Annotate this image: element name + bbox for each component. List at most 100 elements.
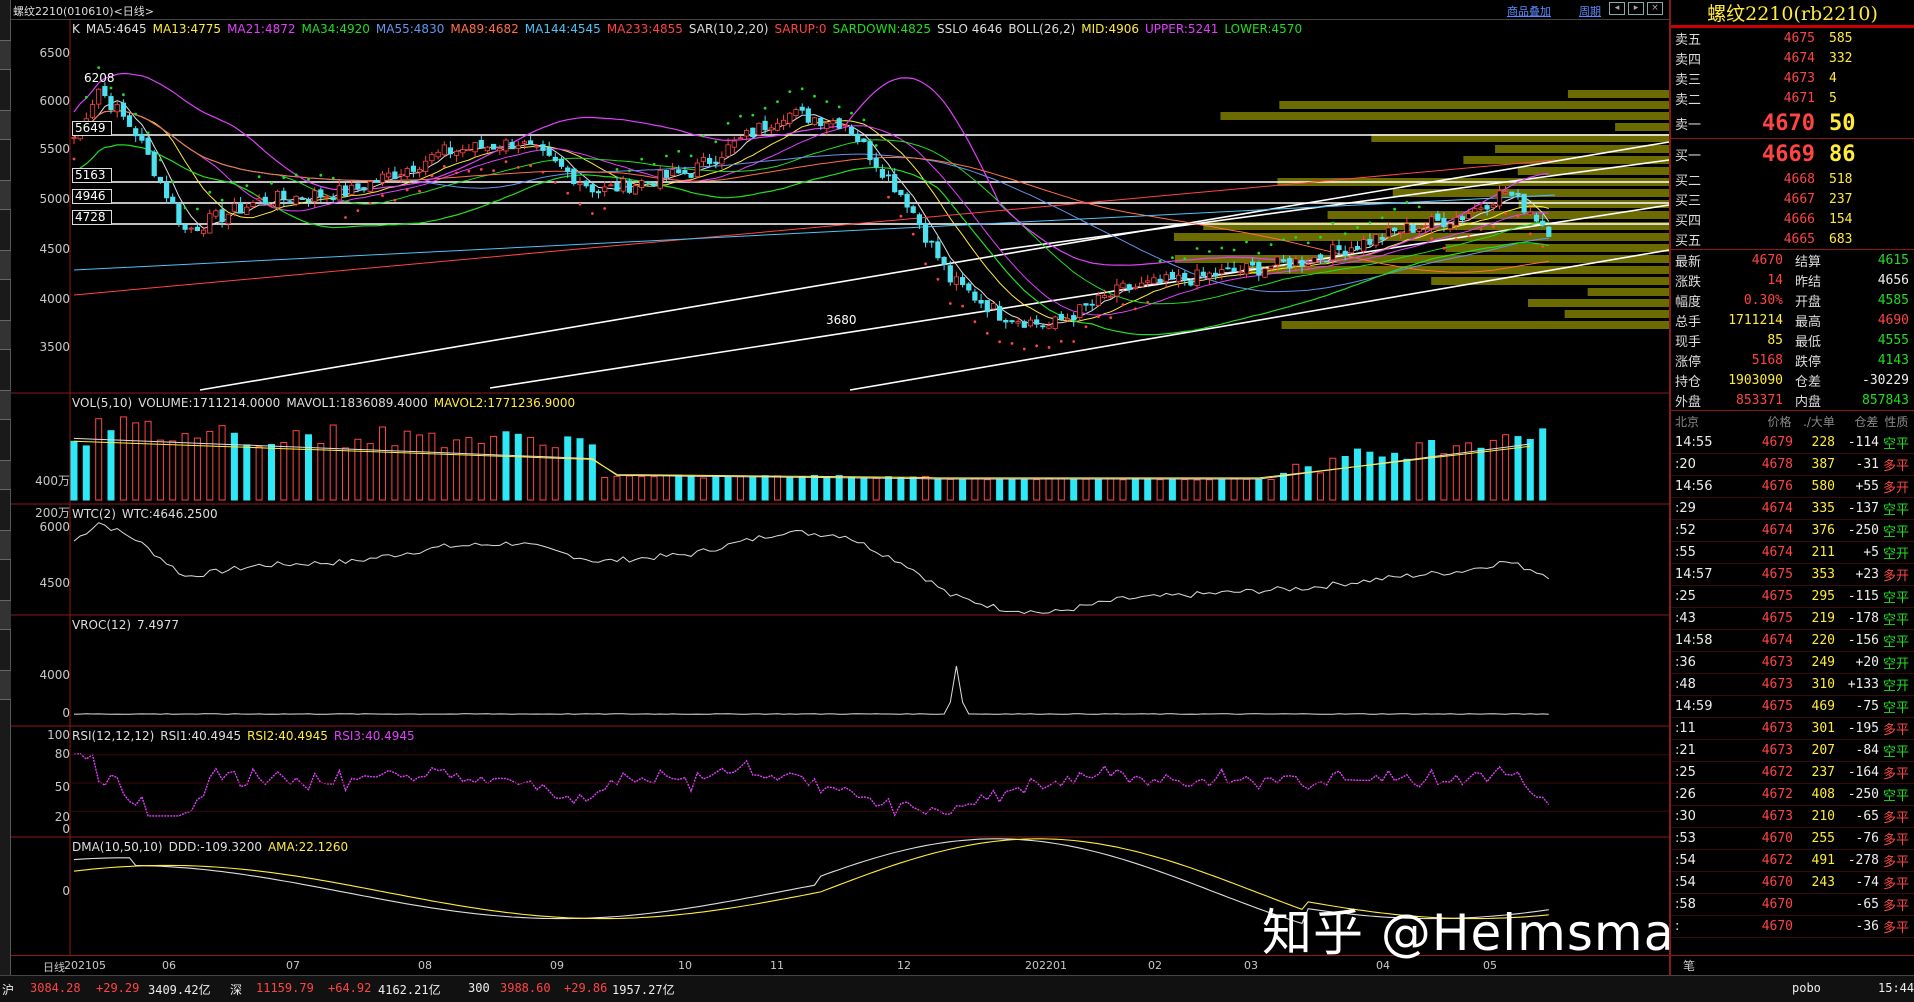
tick-row[interactable]: :20 4678 387 -31 多平 <box>1671 454 1914 476</box>
tick-row[interactable]: :52 4674 376 -250 空平 <box>1671 520 1914 542</box>
bid-price: 4665 <box>1783 231 1815 247</box>
ask-row[interactable]: 卖四 4674 332 <box>1671 48 1914 68</box>
tick-row[interactable]: 14:56 4676 580 +55 多开 <box>1671 476 1914 498</box>
tick-row[interactable]: :53 4670 255 -76 多平 <box>1671 828 1914 850</box>
tick-row[interactable]: :48 4673 310 +133 空开 <box>1671 674 1914 696</box>
candle-body <box>645 181 651 184</box>
volume-bar <box>1230 478 1238 501</box>
tick-row[interactable]: :25 4675 295 -115 空平 <box>1671 586 1914 608</box>
tick-row[interactable]: 14:58 4674 220 -156 空平 <box>1671 630 1914 652</box>
candle-body <box>589 184 595 193</box>
legend-item: AMA:22.1260 <box>267 840 349 854</box>
tick-row[interactable]: :29 4674 335 -137 空平 <box>1671 498 1914 520</box>
volume-bar <box>230 432 238 501</box>
sar-dot <box>1491 225 1495 229</box>
tick-list[interactable]: 14:55 4679 228 -114 空平:20 4678 387 -31 多平 14:56 46… <box>1671 432 1914 938</box>
candle-body <box>1311 256 1317 263</box>
overlay-link[interactable]: 商品叠加 <box>1507 3 1551 19</box>
candle-body <box>1083 303 1089 306</box>
tick-price: 4674 <box>1761 523 1793 538</box>
candle-body <box>1416 227 1422 232</box>
bid-row[interactable]: 买五 4665 683 <box>1671 229 1914 249</box>
tick-oi-change: +133 <box>1847 677 1879 692</box>
sar-dot <box>1294 236 1298 239</box>
tick-row[interactable]: :21 4673 207 -84 空平 <box>1671 740 1914 762</box>
legend-item: SARDOWN:4825 <box>832 22 932 36</box>
candle-body <box>386 172 392 178</box>
candle-body <box>1348 247 1354 254</box>
tick-volume: 353 <box>1811 567 1835 582</box>
tick-price: 4672 <box>1761 787 1793 802</box>
tick-price: 4675 <box>1761 567 1793 582</box>
tick-row[interactable]: :54 4672 491 -278 多平 <box>1671 850 1914 872</box>
volume-bar <box>872 477 880 501</box>
candle-body <box>799 106 805 111</box>
candle-body <box>657 169 663 189</box>
volume-bar <box>1107 478 1115 501</box>
tick-row[interactable]: :36 4673 249 +20 空开 <box>1671 652 1914 674</box>
tick-row[interactable]: :55 4674 211 +5 空开 <box>1671 542 1914 564</box>
stat-label: 涨停 <box>1675 354 1702 370</box>
bid-row[interactable]: 买一 4669 86 <box>1671 139 1914 169</box>
bid-row[interactable]: 买二 4668 518 <box>1671 169 1914 189</box>
volume-bar <box>576 438 584 501</box>
tick-nature: 空平 <box>1883 437 1910 452</box>
tick-time: :21 <box>1675 743 1696 758</box>
prev-icon[interactable]: ◂ <box>1609 2 1625 15</box>
volume-bar <box>1428 440 1436 501</box>
tick-row[interactable]: 14:55 4679 228 -114 空平 <box>1671 432 1914 454</box>
tick-time: :25 <box>1675 589 1696 604</box>
candle-body <box>861 138 867 142</box>
ask-row[interactable]: 卖二 4671 5 <box>1671 88 1914 108</box>
candle-body <box>1182 272 1188 281</box>
tick-oi-change: -278 <box>1847 853 1879 868</box>
candle-body <box>1435 213 1441 221</box>
close-icon[interactable]: × <box>1647 2 1663 15</box>
tick-row[interactable]: :43 4675 219 -178 空平 <box>1671 608 1914 630</box>
sar-dot <box>887 195 890 199</box>
candle-body <box>281 190 287 200</box>
candle-body <box>1546 226 1552 237</box>
sar-dot <box>1467 233 1470 237</box>
tick-row[interactable]: :25 4672 237 -164 多平 <box>1671 762 1914 784</box>
sar-dot <box>862 118 866 122</box>
tick-row[interactable]: : 4670 -36 多平 <box>1671 916 1914 938</box>
tick-row[interactable]: :58 4670 -65 多平 <box>1671 894 1914 916</box>
volume-bar <box>539 444 547 501</box>
tick-row[interactable]: :54 4670 243 -74 多平 <box>1671 872 1914 894</box>
candle-body <box>1027 319 1034 327</box>
tick-row[interactable]: :11 4673 301 -195 多平 <box>1671 718 1914 740</box>
next-icon[interactable]: ▸ <box>1628 2 1644 15</box>
candle-body <box>1367 238 1373 245</box>
bid-row[interactable]: 买三 4667 237 <box>1671 189 1914 209</box>
bid-book: 买一 4669 86 买二 4668 518 买三 4667 237 买四 4666 154 买五 466… <box>1671 139 1914 249</box>
legend-item: UPPER:5241 <box>1144 22 1219 36</box>
bid-row[interactable]: 买四 4666 154 <box>1671 209 1914 229</box>
candle-body <box>1077 304 1083 319</box>
stat-value: 85 <box>1767 332 1783 348</box>
tick-row[interactable]: :30 4673 210 -65 多平 <box>1671 806 1914 828</box>
tick-nature: 多平 <box>1883 833 1910 848</box>
tick-row[interactable]: 14:59 4675 469 -75 空平 <box>1671 696 1914 718</box>
sar-dot <box>307 178 310 182</box>
sar-dot <box>1368 221 1372 225</box>
vol-legend: VOL(5,10) VOLUME:1711214.0000 MAVOL1:18360… <box>72 396 581 410</box>
tick-time: 14:55 <box>1675 435 1713 450</box>
period-link[interactable]: 周期 <box>1579 3 1601 19</box>
tick-row[interactable]: 14:57 4675 353 +23 多开 <box>1671 564 1914 586</box>
window-buttons[interactable]: ◂ ▸ × <box>1609 2 1663 15</box>
tick-row[interactable]: :26 4672 408 -250 空平 <box>1671 784 1914 806</box>
ask-row[interactable]: 卖五 4675 585 <box>1671 28 1914 48</box>
candle-body <box>1305 264 1311 267</box>
candle-body <box>639 180 645 188</box>
legend-item: MAVOL2:1771236.9000 <box>433 396 576 410</box>
candle-body <box>546 147 552 156</box>
sar-dot <box>1134 307 1137 311</box>
ask-row[interactable]: 卖一 4670 50 <box>1671 108 1914 138</box>
bid-level-label: 买二 <box>1675 173 1702 189</box>
tick-footer[interactable]: 笔 <box>1671 955 1914 975</box>
candle-body <box>1108 295 1114 298</box>
left-tab-strip[interactable] <box>0 0 11 975</box>
volume-bar <box>983 479 991 501</box>
ask-row[interactable]: 卖三 4673 4 <box>1671 68 1914 88</box>
